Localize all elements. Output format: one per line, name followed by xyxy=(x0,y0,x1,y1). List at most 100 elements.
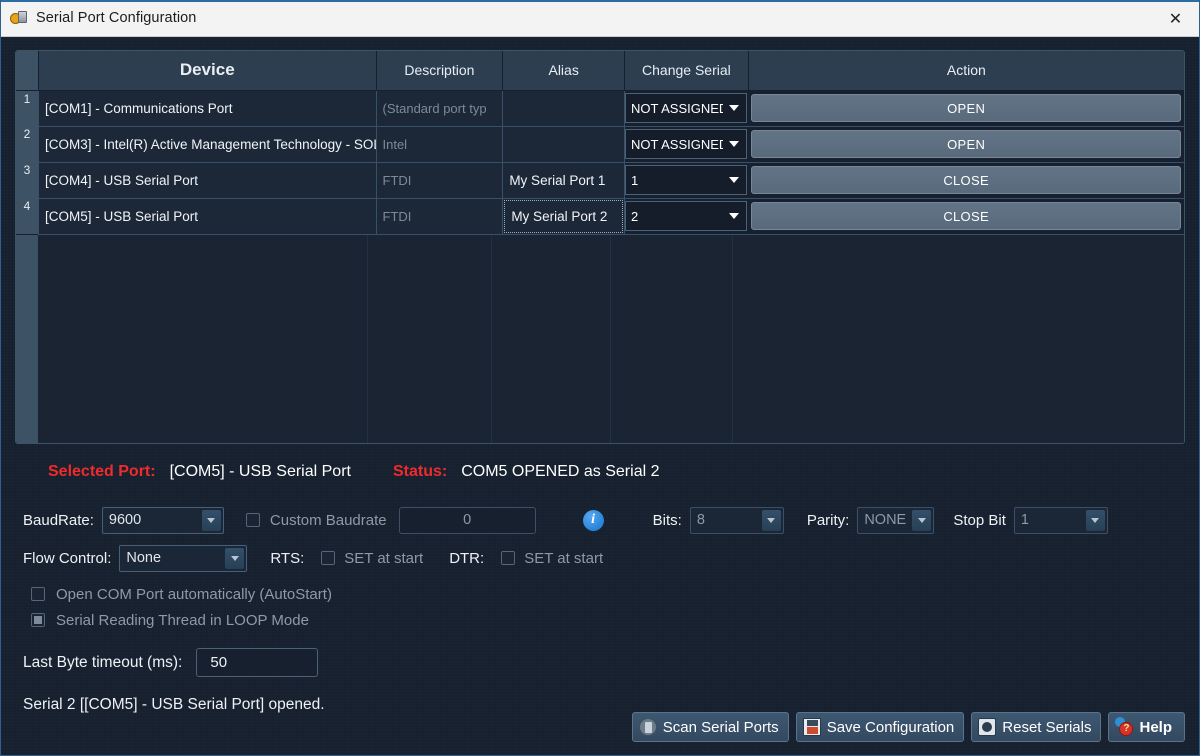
custom-baudrate-label: Custom Baudrate xyxy=(269,511,387,529)
selected-port-label: Selected Port: xyxy=(48,463,156,480)
main-content: Device Description Alias Change Serial A… xyxy=(1,37,1199,755)
baudrate-label: BaudRate: xyxy=(23,511,94,529)
table-row[interactable]: 2 [COM3] - Intel(R) Active Management Te… xyxy=(16,126,1184,163)
reset-serials-button[interactable]: Reset Serials xyxy=(971,712,1102,742)
baudrate-select[interactable]: 9600 xyxy=(101,506,224,534)
bits-value: 8 xyxy=(696,512,705,528)
bits-label: Bits: xyxy=(652,511,682,529)
column-header-description[interactable]: Description xyxy=(376,51,504,91)
chevron-down-icon[interactable] xyxy=(723,203,746,229)
column-header-change-serial[interactable]: Change Serial xyxy=(624,51,749,91)
question-mark-glyph: ? xyxy=(1119,722,1134,736)
table-row[interactable]: 4 [COM5] - USB Serial Port FTDI My Seria… xyxy=(16,198,1184,235)
alias-input[interactable]: My Serial Port 1 xyxy=(503,163,623,198)
chevron-down-icon[interactable] xyxy=(1085,509,1105,531)
lastbyte-timeout-row: Last Byte timeout (ms): 50 xyxy=(23,648,1185,677)
change-serial-select[interactable]: 1 xyxy=(625,165,748,195)
parity-label: Parity: xyxy=(806,511,850,529)
cell-alias[interactable]: My Serial Port 2 xyxy=(502,198,626,235)
parity-select[interactable]: NONE xyxy=(857,506,935,534)
change-serial-value: NOT ASSIGNED xyxy=(631,100,729,116)
info-icon[interactable]: i xyxy=(582,509,604,531)
reset-icon xyxy=(978,718,997,736)
table-row[interactable]: 1 [COM1] - Communications Port (Standard… xyxy=(16,90,1184,127)
custom-baudrate-input[interactable]: 0 xyxy=(398,506,536,534)
reset-serials-label: Reset Serials xyxy=(1002,718,1092,736)
row-number-gutter xyxy=(16,234,38,443)
chevron-down-icon[interactable] xyxy=(723,95,746,121)
cell-device[interactable]: [COM1] - Communications Port xyxy=(38,90,377,127)
chevron-down-icon[interactable] xyxy=(201,509,221,531)
change-serial-value: 1 xyxy=(631,172,639,188)
cell-alias[interactable] xyxy=(502,90,626,127)
change-serial-select[interactable]: NOT ASSIGNED xyxy=(625,93,748,123)
action-button[interactable]: OPEN xyxy=(751,130,1181,158)
stopbit-select[interactable]: 1 xyxy=(1013,506,1108,534)
cell-change-serial[interactable]: NOT ASSIGNED xyxy=(624,90,749,127)
scan-serial-ports-label: Scan Serial Ports xyxy=(662,718,779,736)
serial-port-icon xyxy=(10,10,27,27)
floppy-disk-icon xyxy=(802,718,821,736)
loopmode-label: Serial Reading Thread in LOOP Mode xyxy=(56,611,309,629)
scan-serial-ports-button[interactable]: Scan Serial Ports xyxy=(631,712,789,742)
cell-device[interactable]: [COM4] - USB Serial Port xyxy=(38,162,377,199)
column-header-alias[interactable]: Alias xyxy=(502,51,626,91)
chevron-down-icon[interactable] xyxy=(723,167,746,193)
column-header-action[interactable]: Action xyxy=(748,51,1184,91)
cell-alias[interactable] xyxy=(502,126,626,163)
flow-control-row: Flow Control: None RTS: SET at start DTR… xyxy=(23,543,1185,573)
cell-description: Intel xyxy=(376,126,504,163)
baudrate-row: BaudRate: 9600 Custom Baudrate 0 i Bits:… xyxy=(23,505,1185,535)
help-button[interactable]: ? Help xyxy=(1108,712,1185,742)
alias-input[interactable] xyxy=(503,127,623,162)
cell-description: FTDI xyxy=(376,162,504,199)
custom-baudrate-checkbox[interactable] xyxy=(245,513,260,527)
serial-ports-table-panel: Device Description Alias Change Serial A… xyxy=(15,50,1185,444)
cell-change-serial[interactable]: 1 xyxy=(624,162,749,199)
cell-change-serial[interactable]: 2 xyxy=(624,198,749,235)
autostart-checkbox[interactable] xyxy=(31,587,45,601)
bits-select[interactable]: 8 xyxy=(689,506,784,534)
cell-device[interactable]: [COM5] - USB Serial Port xyxy=(38,198,377,235)
chevron-down-icon[interactable] xyxy=(225,547,245,569)
table-row[interactable]: 3 [COM4] - USB Serial Port FTDI My Seria… xyxy=(16,162,1184,199)
column-header-index[interactable] xyxy=(16,51,39,91)
loopmode-checkbox[interactable] xyxy=(31,613,45,627)
lastbyte-timeout-input[interactable]: 50 xyxy=(196,648,319,677)
change-serial-select[interactable]: NOT ASSIGNED xyxy=(625,129,748,159)
cell-action[interactable]: OPEN xyxy=(748,90,1184,127)
bottom-button-bar: Scan Serial Ports Save Configuration Res… xyxy=(631,712,1185,742)
action-button[interactable]: OPEN xyxy=(751,94,1181,122)
chevron-down-icon[interactable] xyxy=(912,509,932,531)
row-index: 1 xyxy=(16,90,39,126)
cell-alias[interactable]: My Serial Port 1 xyxy=(502,162,626,199)
action-button[interactable]: CLOSE xyxy=(751,166,1181,194)
save-configuration-button[interactable]: Save Configuration xyxy=(795,712,965,742)
alias-input[interactable] xyxy=(503,91,623,126)
rts-label: RTS: xyxy=(270,549,305,567)
dtr-label: DTR: xyxy=(449,549,485,567)
alias-input[interactable]: My Serial Port 2 xyxy=(504,199,624,233)
autostart-row[interactable]: Open COM Port automatically (AutoStart) xyxy=(23,581,1185,607)
empty-rows-area xyxy=(38,234,1184,443)
cell-action[interactable]: OPEN xyxy=(748,126,1184,163)
dtr-set-at-start-checkbox[interactable] xyxy=(501,551,516,565)
cell-device[interactable]: [COM3] - Intel(R) Active Management Tech… xyxy=(38,126,377,163)
cell-change-serial[interactable]: NOT ASSIGNED xyxy=(624,126,749,163)
help-label: Help xyxy=(1139,718,1172,736)
column-header-device[interactable]: Device xyxy=(38,51,377,91)
flow-control-value: None xyxy=(126,550,162,566)
flow-control-label: Flow Control: xyxy=(23,549,112,567)
change-serial-select[interactable]: 2 xyxy=(625,201,748,231)
cell-action[interactable]: CLOSE xyxy=(748,198,1184,235)
cell-action[interactable]: CLOSE xyxy=(748,162,1184,199)
status-value: COM5 OPENED as Serial 2 xyxy=(461,463,660,480)
loopmode-row[interactable]: Serial Reading Thread in LOOP Mode xyxy=(23,607,1185,633)
rts-set-at-start-label: SET at start xyxy=(344,549,424,567)
close-icon[interactable]: ✕ xyxy=(1152,0,1199,36)
action-button[interactable]: CLOSE xyxy=(751,202,1181,230)
rts-set-at-start-checkbox[interactable] xyxy=(321,551,336,565)
flow-control-select[interactable]: None xyxy=(119,544,248,572)
chevron-down-icon[interactable] xyxy=(761,509,781,531)
chevron-down-icon[interactable] xyxy=(723,131,746,157)
